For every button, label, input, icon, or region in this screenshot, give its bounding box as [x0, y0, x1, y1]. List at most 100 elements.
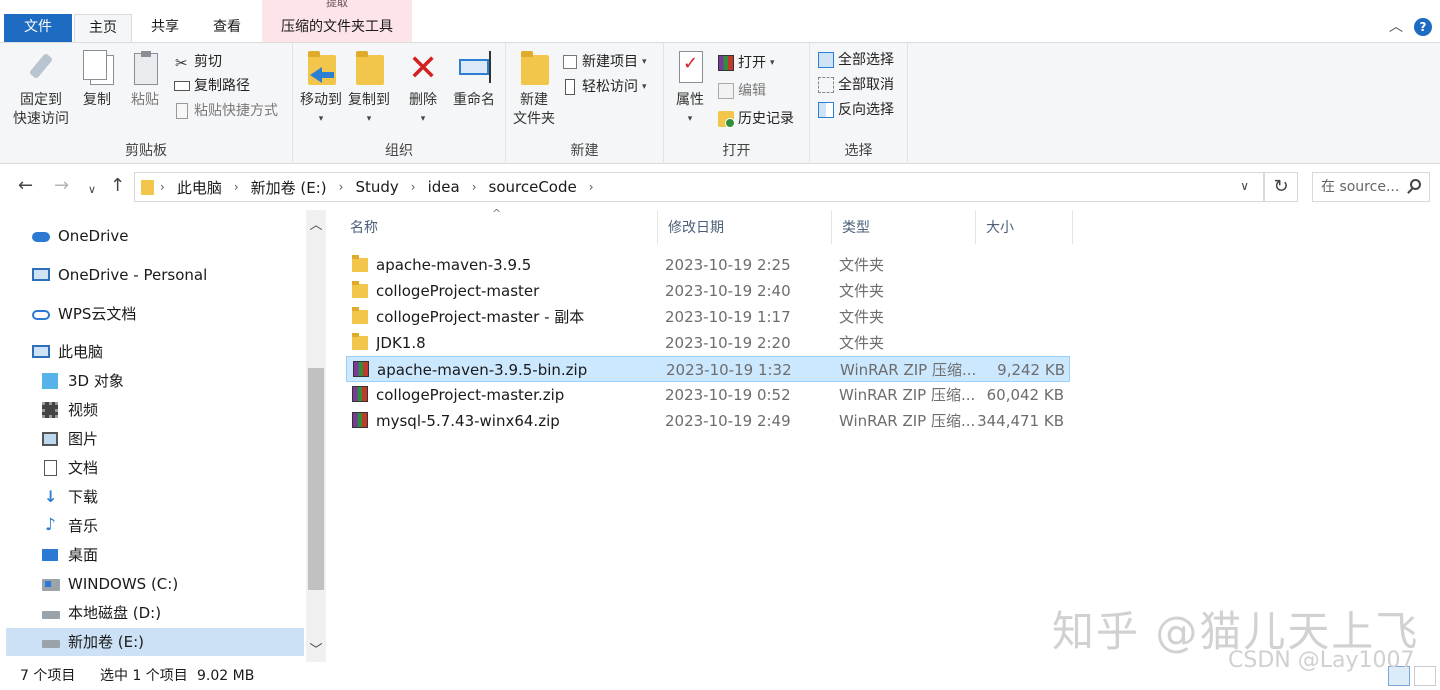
file-date: 2023-10-19 2:40	[665, 282, 791, 300]
column-header-size-label: 大小	[986, 220, 1014, 236]
search-icon	[1410, 179, 1421, 190]
column-header-size[interactable]: 大小	[976, 210, 1073, 244]
breadcrumb-drive-e[interactable]: 新加卷 (E:)	[251, 177, 327, 198]
new-folder-button[interactable]: 新建 文件夹	[510, 49, 558, 129]
invert-selection-button[interactable]: 反向选择	[818, 99, 894, 121]
file-row[interactable]: collogeProject-master.zip 2023-10-19 0:5…	[346, 382, 1070, 408]
open-button[interactable]: 打开 ▾	[718, 52, 775, 74]
paste-shortcut-button[interactable]: 粘贴快捷方式	[174, 100, 278, 122]
copy-to-button[interactable]: 复制到 ▾	[345, 49, 393, 129]
nav-item-pictures[interactable]: 图片	[42, 425, 98, 453]
breadcrumb-separator[interactable]: ›	[339, 180, 344, 194]
nav-item-label: 本地磁盘 (D:)	[68, 604, 162, 622]
file-row-selected[interactable]: apache-maven-3.9.5-bin.zip 2023-10-19 1:…	[346, 356, 1070, 382]
large-icons-view-icon[interactable]	[1414, 666, 1436, 686]
breadcrumb-separator[interactable]: ›	[589, 180, 594, 194]
scroll-up-icon[interactable]: ︿	[306, 214, 326, 233]
nav-item-label: 文档	[68, 459, 99, 477]
file-row[interactable]: collogeProject-master 2023-10-19 2:40 文件…	[346, 278, 1070, 304]
properties-button[interactable]: 属性 ▾	[670, 49, 710, 129]
up-arrow-icon[interactable]: ↑	[110, 176, 125, 196]
column-header-name[interactable]: ^ 名称	[340, 207, 658, 244]
nav-item-music[interactable]: ♪ 音乐	[42, 512, 98, 540]
file-row[interactable]: JDK1.8 2023-10-19 2:20 文件夹	[346, 330, 1070, 356]
nav-item-label: OneDrive - Personal	[58, 266, 208, 284]
copy-button[interactable]: 复制	[78, 49, 116, 110]
tab-home[interactable]: 主页	[74, 14, 132, 42]
column-header-type[interactable]: 类型	[832, 210, 976, 244]
nav-item-wps-cloud[interactable]: WPS云文档	[32, 300, 136, 328]
download-icon: ↓	[44, 487, 58, 506]
onedrive-cloud-icon	[32, 228, 50, 244]
move-to-label: 移动到	[300, 92, 342, 108]
file-name: collogeProject-master	[376, 282, 540, 300]
breadcrumb-separator[interactable]: ›	[472, 180, 477, 194]
nav-item-downloads[interactable]: ↓ 下载	[42, 483, 98, 511]
address-bar[interactable]: › 此电脑 › 新加卷 (E:) › Study › idea › source…	[134, 172, 1264, 202]
rename-button[interactable]: 重命名	[449, 49, 499, 110]
search-input[interactable]: 在 source...	[1312, 172, 1430, 202]
nav-item-this-pc[interactable]: 此电脑	[32, 338, 103, 366]
scrollbar-thumb[interactable]	[308, 368, 324, 590]
nav-item-documents[interactable]: 文档	[42, 454, 98, 482]
easy-access-button[interactable]: 轻松访问 ▾	[562, 76, 647, 98]
move-to-dropdown-icon: ▾	[318, 114, 324, 124]
back-arrow-icon[interactable]: ←	[18, 176, 33, 196]
paste-button[interactable]: 粘贴	[126, 49, 164, 110]
recent-locations-chevron-icon[interactable]: ∨	[88, 180, 96, 200]
file-type: WinRAR ZIP 压缩...	[839, 412, 974, 430]
tab-file[interactable]: 文件	[4, 14, 72, 42]
open-dropdown-icon: ▾	[770, 58, 775, 68]
nav-item-onedrive-personal[interactable]: OneDrive - Personal	[32, 261, 207, 289]
delete-button[interactable]: ✕ 删除 ▾	[405, 49, 441, 129]
properties-dropdown-icon: ▾	[687, 114, 693, 124]
column-header-date[interactable]: 修改日期	[658, 210, 832, 244]
file-list: ^ 名称 修改日期 类型 大小 apache-maven-3.9.5 2023-…	[340, 207, 1440, 662]
new-item-label: 新建项目	[582, 54, 638, 70]
file-row[interactable]: mysql-5.7.43-winx64.zip 2023-10-19 2:49 …	[346, 408, 1070, 434]
nav-item-3d-objects[interactable]: 3D 对象	[42, 367, 124, 395]
copy-label: 复制	[83, 92, 111, 108]
file-row[interactable]: collogeProject-master - 副本 2023-10-19 1:…	[346, 304, 1070, 330]
nav-item-drive-c[interactable]: WINDOWS (C:)	[42, 570, 178, 598]
breadcrumb-this-pc[interactable]: 此电脑	[177, 177, 222, 198]
refresh-icon[interactable]: ↻	[1264, 172, 1298, 202]
navigation-scrollbar[interactable]: ︿ ﹀	[306, 210, 326, 662]
breadcrumb-separator[interactable]: ›	[411, 180, 416, 194]
tab-share[interactable]: 共享	[136, 14, 194, 42]
collapse-ribbon-chevron-icon[interactable]: ︿	[1388, 19, 1404, 35]
file-type: 文件夹	[839, 282, 885, 300]
group-label-open: 打开	[722, 143, 751, 159]
breadcrumb-separator[interactable]: ›	[160, 180, 165, 194]
tab-compressed-folder-tools[interactable]: 压缩的文件夹工具	[262, 14, 412, 42]
group-clipboard: 固定到 快速访问 复制 粘贴 ✂ 剪切 复制路径 粘贴快捷方式 剪贴板	[0, 43, 293, 164]
breadcrumb-study[interactable]: Study	[355, 178, 398, 196]
nav-item-drive-d[interactable]: 本地磁盘 (D:)	[42, 599, 161, 627]
breadcrumb-idea[interactable]: idea	[428, 178, 460, 196]
tab-view[interactable]: 查看	[198, 14, 256, 42]
copy-path-button[interactable]: 复制路径	[174, 75, 250, 97]
new-folder-icon	[517, 49, 551, 87]
breadcrumb-sourcecode[interactable]: sourceCode	[489, 178, 577, 196]
file-row[interactable]: apache-maven-3.9.5 2023-10-19 2:25 文件夹	[346, 252, 1070, 278]
nav-item-videos[interactable]: 视频	[42, 396, 98, 424]
select-all-button[interactable]: 全部选择	[818, 49, 894, 71]
nav-item-onedrive[interactable]: OneDrive	[32, 222, 129, 250]
history-button[interactable]: 历史记录	[718, 108, 794, 130]
nav-item-drive-e[interactable]: 新加卷 (E:)	[6, 628, 304, 656]
easy-access-dropdown-icon: ▾	[642, 82, 647, 92]
move-to-button[interactable]: 移动到 ▾	[297, 49, 345, 129]
select-none-button[interactable]: 全部取消	[818, 74, 894, 96]
nav-item-desktop[interactable]: 桌面	[42, 541, 98, 569]
help-icon[interactable]: ?	[1414, 18, 1432, 36]
scroll-down-icon[interactable]: ﹀	[306, 639, 326, 658]
address-dropdown-icon[interactable]: ∨	[1240, 179, 1249, 193]
forward-arrow-icon[interactable]: →	[54, 176, 69, 196]
new-item-button[interactable]: 新建项目 ▾	[562, 51, 647, 73]
pin-to-quick-access-button[interactable]: 固定到 快速访问	[8, 49, 74, 129]
delete-label: 删除	[409, 92, 437, 108]
edit-button[interactable]: 编辑	[718, 80, 766, 102]
breadcrumb-separator[interactable]: ›	[234, 180, 239, 194]
cut-button[interactable]: ✂ 剪切	[174, 51, 222, 73]
file-type: 文件夹	[839, 308, 885, 326]
